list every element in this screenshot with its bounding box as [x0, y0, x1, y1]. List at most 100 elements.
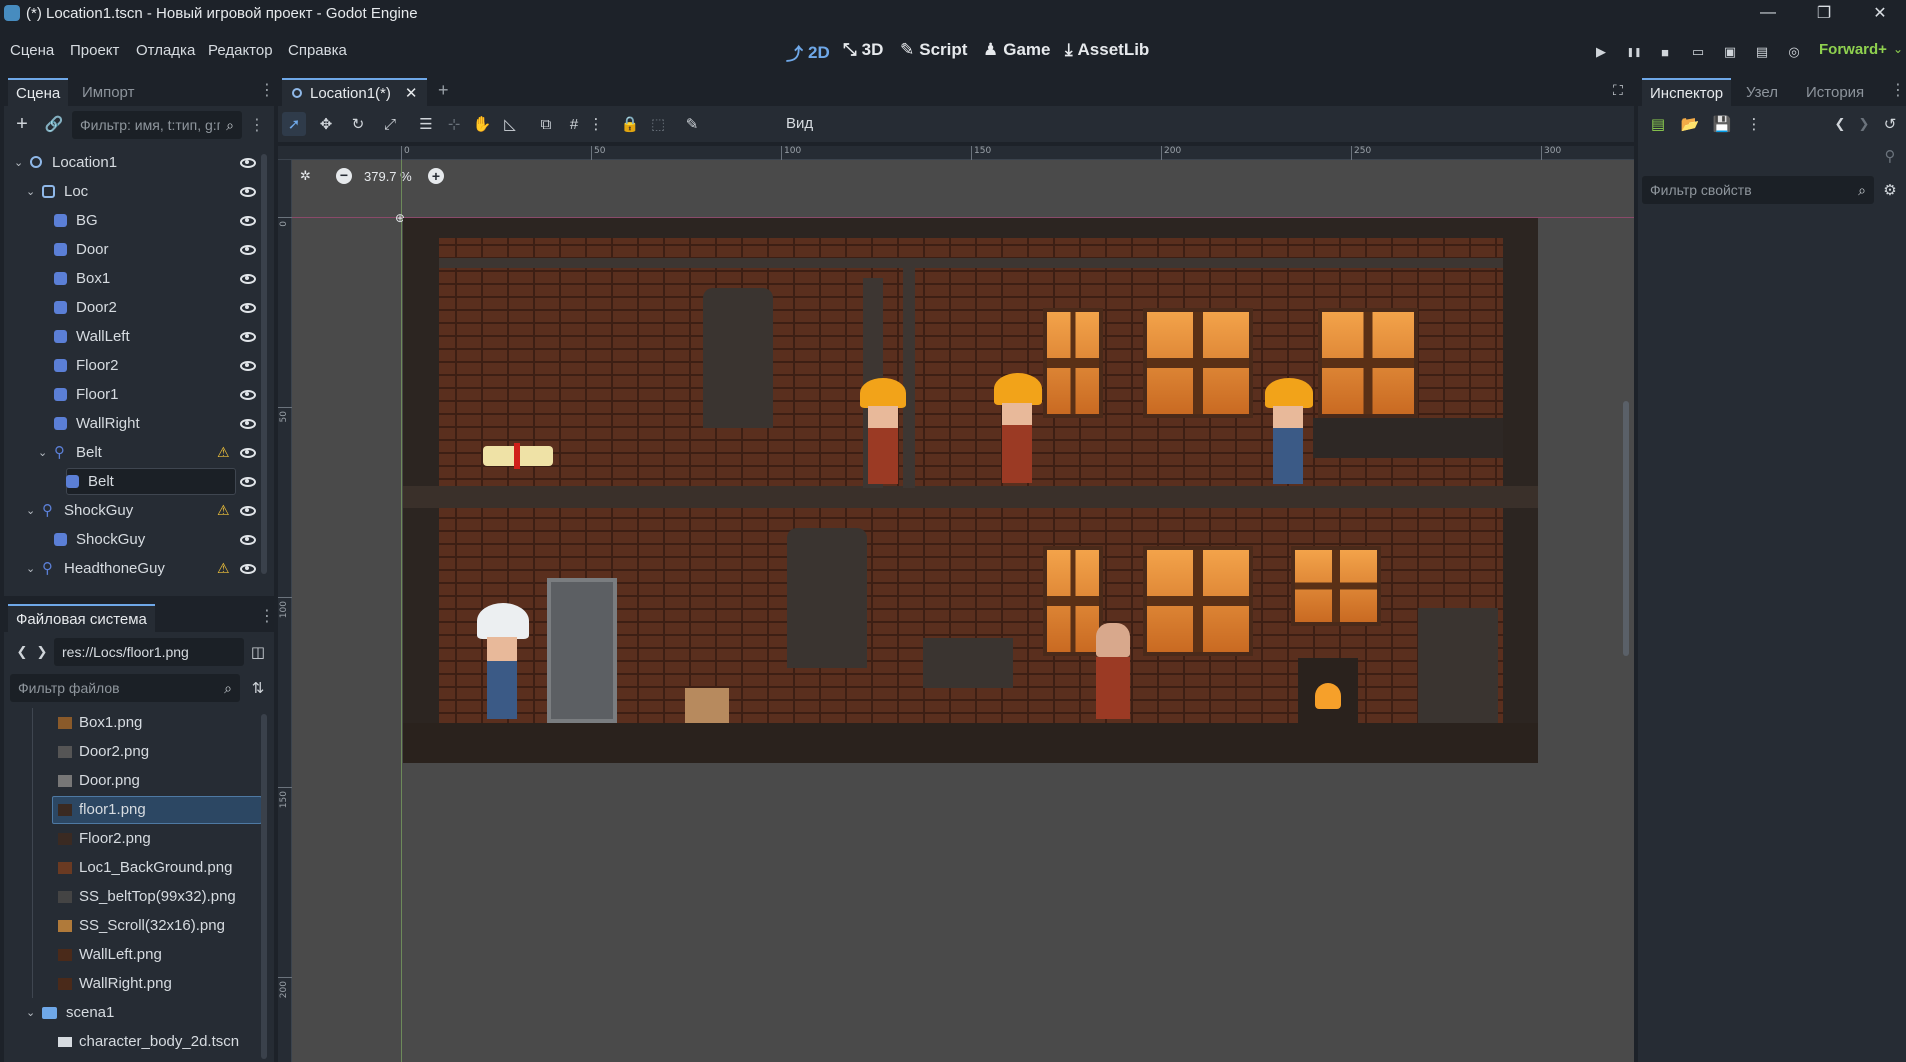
warning-icon[interactable]: ⚠ [217, 502, 230, 519]
scene-tree-item[interactable]: Box1 [4, 264, 266, 293]
scene-tree-item[interactable]: WallRight [4, 409, 266, 438]
smart-snap-icon[interactable]: ⧉ [534, 112, 558, 136]
scene-tree-item[interactable]: Door2 [4, 293, 266, 322]
file-item[interactable]: WallLeft.png [4, 940, 266, 969]
workspace-assetlib-button[interactable]: ⤓ AssetLib [1065, 40, 1149, 60]
visibility-eye-icon[interactable] [240, 389, 256, 400]
file-item[interactable]: WallRight.png [4, 969, 266, 998]
warning-icon[interactable]: ⚠ [217, 560, 230, 577]
file-item[interactable]: Floor2.png [4, 824, 266, 853]
scale-mode-icon[interactable]: ⤢ [378, 112, 402, 136]
menu-help[interactable]: Справка [288, 42, 347, 59]
move-mode-icon[interactable]: ✥ [314, 112, 338, 136]
menu-project[interactable]: Проект [70, 42, 119, 59]
tab-inspector[interactable]: Инспектор [1642, 78, 1732, 106]
scene-tree-options-icon[interactable]: ⋮ [249, 116, 265, 136]
property-filter-input[interactable]: Фильтр свойств ⌕ [1642, 176, 1874, 204]
load-resource-icon[interactable]: 📂 [1678, 112, 1702, 136]
zoom-level[interactable]: 379.7 % [364, 169, 412, 184]
file-item[interactable]: SS_Scroll(32x16).png [4, 911, 266, 940]
inspector-menu-icon[interactable]: ⋮ [1890, 81, 1906, 101]
pause-button[interactable]: ❚❚ [1623, 42, 1645, 62]
list-select-icon[interactable]: ☰ [414, 112, 438, 136]
scene-tree-item[interactable]: ⌄ ⚲ HeadthoneGuy ⚠ [4, 554, 266, 583]
workspace-script-button[interactable]: ✎ Script [900, 40, 967, 60]
inspector-pin-icon[interactable]: ⚲ [1878, 144, 1902, 168]
expand-chevron-icon[interactable]: ⌄ [26, 504, 38, 517]
distraction-free-icon[interactable]: ⛶ [1613, 82, 1623, 99]
folder-item[interactable]: ⌄ scena1 [4, 998, 266, 1027]
object-history-icon[interactable]: ↺ [1878, 112, 1902, 136]
zoom-out-button[interactable]: − [336, 168, 352, 184]
tab-node[interactable]: Узел [1738, 78, 1786, 106]
select-mode-icon[interactable]: ➚ [282, 112, 306, 136]
add-scene-tab-button[interactable]: + [438, 80, 449, 101]
pivot-mode-icon[interactable]: ⊹ [442, 112, 466, 136]
bone-icon[interactable]: ✎ [680, 112, 704, 136]
visibility-eye-icon[interactable] [240, 331, 256, 342]
scene-tree-scrollbar[interactable] [261, 154, 267, 574]
property-options-icon[interactable]: ⚙ [1878, 178, 1902, 202]
rotate-mode-icon[interactable]: ↻ [346, 112, 370, 136]
filesystem-menu-icon[interactable]: ⋮ [259, 607, 275, 627]
maximize-button[interactable]: ❐ [1796, 0, 1852, 26]
scene-tree-item[interactable]: Belt [4, 467, 266, 496]
file-item[interactable]: floor1.png [4, 795, 266, 824]
sort-icon[interactable]: ⇅ [246, 676, 270, 700]
visibility-eye-icon[interactable] [240, 244, 256, 255]
visibility-eye-icon[interactable] [240, 447, 256, 458]
scene-filter-input[interactable]: Фильтр: имя, t:тип, g:гр ⌕ [72, 111, 242, 139]
expand-chevron-icon[interactable]: ⌄ [26, 1006, 35, 1019]
visibility-eye-icon[interactable] [240, 186, 256, 197]
menu-debug[interactable]: Отладка [136, 42, 195, 59]
center-view-icon[interactable]: ✲ [300, 168, 311, 184]
visibility-eye-icon[interactable] [240, 215, 256, 226]
scene-tree-item[interactable]: ⌄ Location1 [4, 148, 266, 177]
filesystem-scrollbar[interactable] [261, 714, 267, 1059]
visibility-eye-icon[interactable] [240, 563, 256, 574]
play-scene-icon[interactable]: ▣ [1719, 42, 1741, 62]
scene-tree-item[interactable]: BG [4, 206, 266, 235]
ruler-mode-icon[interactable]: ◺ [498, 112, 522, 136]
workspace-3d-button[interactable]: ⤡ 3D [843, 40, 883, 60]
resource-options-icon[interactable]: ⋮ [1742, 112, 1766, 136]
snap-options-icon[interactable]: ⋮ [584, 112, 608, 136]
play-button[interactable]: ▶ [1590, 42, 1612, 62]
tab-scene[interactable]: Сцена [8, 78, 69, 106]
history-forward-icon[interactable]: ❯ [1852, 112, 1876, 136]
scene-tree-item[interactable]: ⌄ ⚲ ShockGuy ⚠ [4, 496, 266, 525]
group-icon[interactable]: ⬚ [646, 112, 670, 136]
tab-filesystem[interactable]: Файловая система [8, 604, 155, 632]
remote-debug-icon[interactable]: ▭ [1687, 42, 1709, 62]
menu-editor[interactable]: Редактор [208, 42, 273, 59]
expand-chevron-icon[interactable]: ⌄ [26, 185, 38, 198]
chevron-down-icon[interactable]: ⌄ [1893, 42, 1903, 56]
renderer-selector[interactable]: Forward+ [1819, 41, 1887, 58]
scene-tree-item[interactable]: Floor2 [4, 351, 266, 380]
visibility-eye-icon[interactable] [240, 505, 256, 516]
workspace-game-button[interactable]: ♟ Game [983, 40, 1051, 60]
save-resource-icon[interactable]: 💾 [1710, 112, 1734, 136]
visibility-eye-icon[interactable] [240, 476, 256, 487]
new-resource-icon[interactable]: ▤ [1646, 112, 1670, 136]
instance-scene-icon[interactable]: 🔗 [42, 112, 66, 136]
expand-chevron-icon[interactable]: ⌄ [14, 156, 26, 169]
grid-snap-icon[interactable]: # [562, 112, 586, 136]
scene-dock-menu-icon[interactable]: ⋮ [259, 81, 275, 101]
play-custom-scene-icon[interactable]: ▤ [1751, 42, 1773, 62]
file-filter-input[interactable]: Фильтр файлов ⌕ [10, 674, 240, 702]
file-item[interactable]: SS_beltTop(99x32).png [4, 882, 266, 911]
expand-chevron-icon[interactable]: ⌄ [38, 446, 50, 459]
add-node-icon[interactable]: + [10, 112, 34, 136]
scene-tree-item[interactable]: ⌄ Loc [4, 177, 266, 206]
close-tab-icon[interactable]: ✕ [405, 84, 418, 102]
forward-icon[interactable]: ❯ [30, 640, 54, 664]
pan-mode-icon[interactable]: ✋ [470, 112, 494, 136]
scene-tree-item[interactable]: ShockGuy [4, 525, 266, 554]
visibility-eye-icon[interactable] [240, 302, 256, 313]
view-menu[interactable]: Вид [786, 115, 813, 132]
visibility-eye-icon[interactable] [240, 418, 256, 429]
zoom-in-button[interactable]: + [428, 168, 444, 184]
menu-scene[interactable]: Сцена [10, 42, 54, 59]
file-item[interactable]: Door2.png [4, 737, 266, 766]
